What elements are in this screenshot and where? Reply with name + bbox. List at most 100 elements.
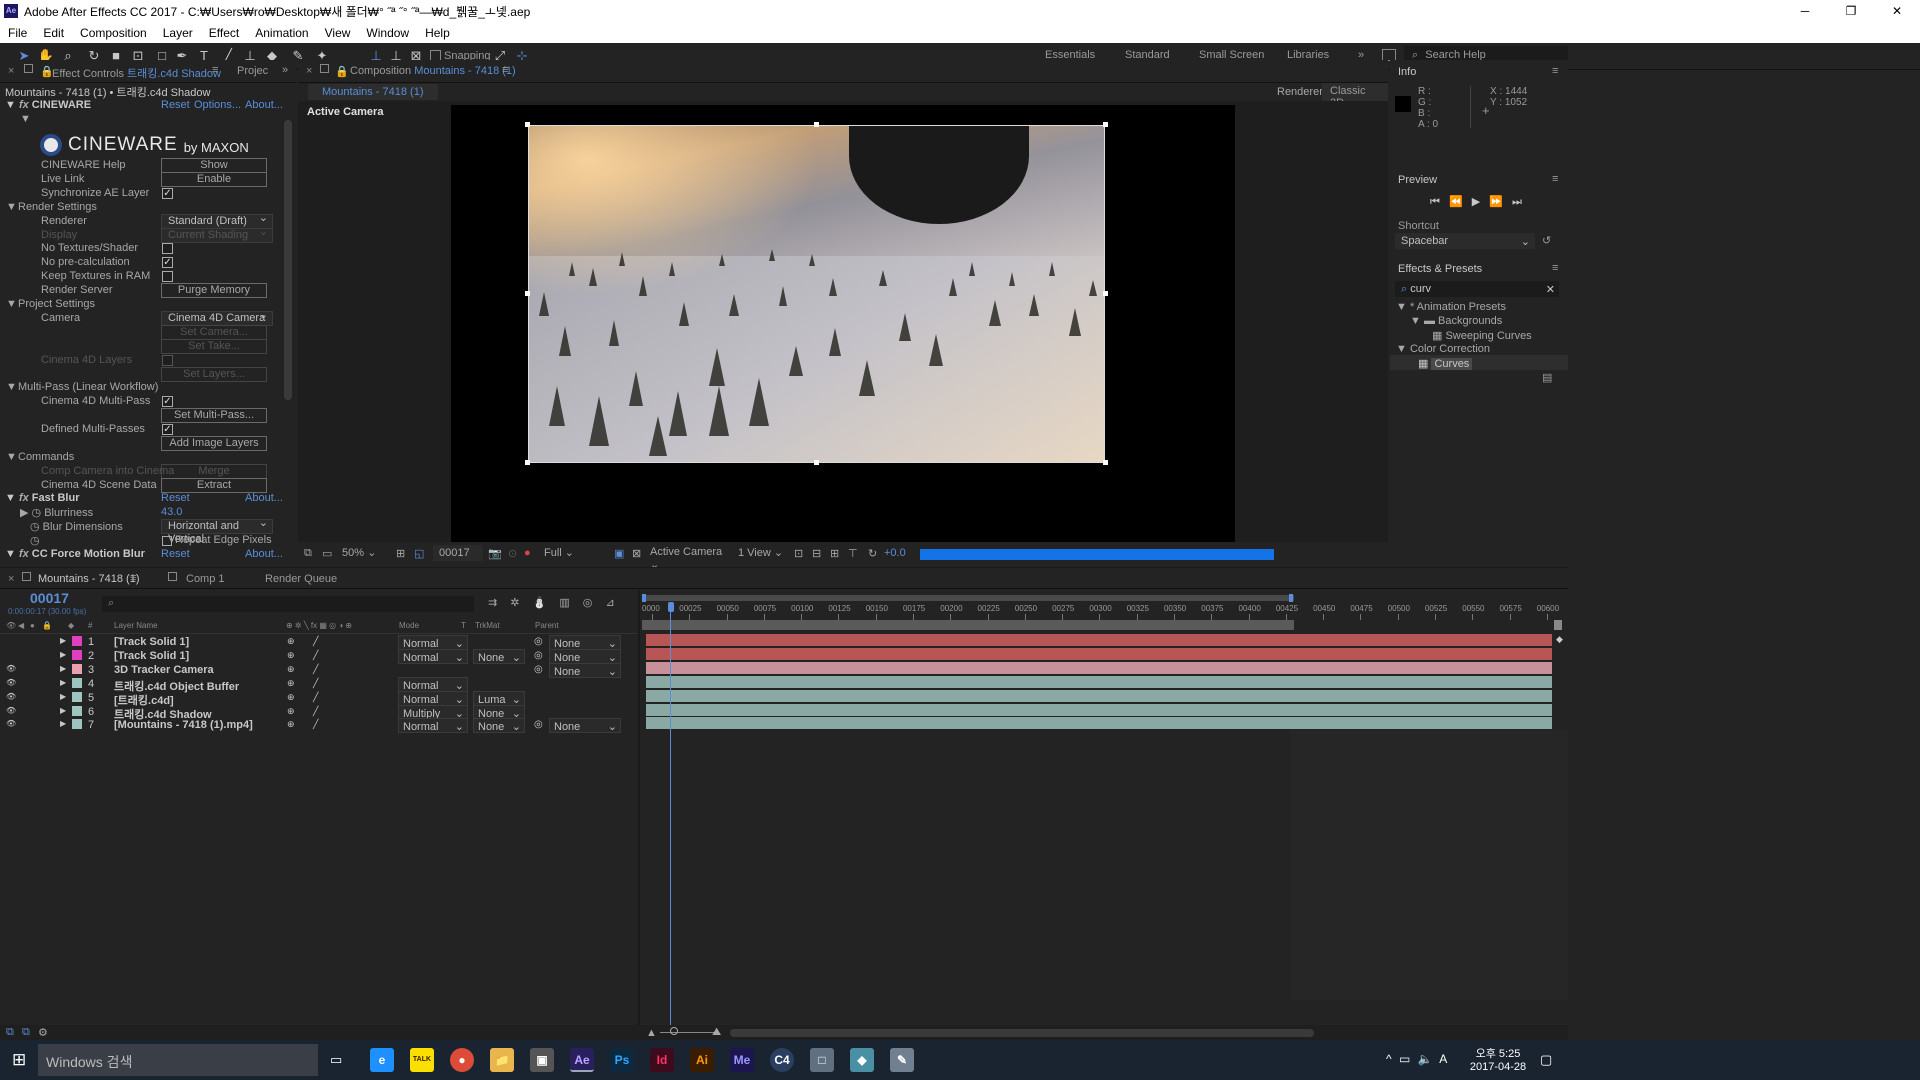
pickwhip-icon[interactable]: ◎ — [534, 719, 543, 730]
expand-triangle-icon[interactable]: ▼ — [1396, 301, 1407, 313]
time-ruler[interactable]: 0000 00025 00050 00075 00100 00125 00150 00175 0… — [642, 602, 1559, 622]
menu-layer[interactable]: Layer — [155, 26, 201, 40]
pickwhip-icon[interactable]: ◎ — [534, 664, 543, 675]
layer-duration-bar[interactable] — [646, 675, 1552, 689]
cineware-effect-header[interactable]: ▼ fx CINEWARE — [5, 99, 91, 111]
effect-controls-tab[interactable]: Effect Controls 트래킹.c4d Shadow — [52, 65, 221, 81]
expand-triangle-icon[interactable]: ▶ — [20, 507, 28, 519]
param-checkbox[interactable]: ✓ — [162, 424, 173, 436]
after-effects-taskbar-icon[interactable]: Ae — [570, 1048, 594, 1072]
visibility-icon[interactable]: 👁 — [6, 719, 16, 728]
play-icon[interactable]: ▶ — [1472, 196, 1480, 208]
shy-switch-icon[interactable]: ⊕ — [287, 719, 295, 730]
param-checkbox[interactable] — [162, 243, 173, 255]
layer-name[interactable]: [Mountains - 7418 (1).mp4] — [114, 719, 253, 731]
label-color-swatch[interactable] — [72, 691, 82, 702]
close-tab-icon[interactable]: × — [306, 65, 312, 77]
zoom-out-icon[interactable]: ▲ — [646, 1027, 657, 1039]
pickwhip-icon[interactable]: ◎ — [534, 650, 543, 661]
menu-file[interactable]: File — [0, 26, 35, 40]
shy-switch-icon[interactable]: ⊕ — [287, 692, 295, 703]
cc-blur-reset-link[interactable]: Reset — [161, 548, 190, 560]
composition-tab[interactable]: Composition Mountains - 7418 (1) — [350, 65, 516, 77]
expand-triangle-icon[interactable]: ▶ — [60, 706, 66, 715]
scroll-marker-icon[interactable]: ◆ — [1556, 634, 1563, 645]
work-area-start-handle[interactable] — [642, 594, 646, 602]
shy-switch-icon[interactable]: ⊕ — [287, 636, 295, 647]
store-icon[interactable]: ▣ — [530, 1048, 554, 1072]
reset-exposure-icon[interactable]: ↻ — [868, 547, 877, 560]
edge-handle[interactable] — [525, 291, 530, 296]
visibility-icon[interactable]: 👁 — [6, 692, 16, 701]
file-explorer-icon[interactable]: 📁 — [490, 1048, 514, 1072]
show-snapshot-icon[interactable]: ⊙ — [508, 547, 517, 560]
blend-mode-dropdown[interactable]: Normal ⌄ — [398, 718, 468, 734]
clock[interactable]: 오후 5:25 2017-04-28 — [1468, 1045, 1528, 1073]
repeat-edge-pixels-checkbox[interactable] — [162, 536, 172, 546]
always-preview-icon[interactable]: ⧉ — [304, 547, 312, 560]
shy-icon[interactable]: ⛄ — [533, 597, 547, 609]
restore-icon[interactable]: ❐ — [1828, 0, 1874, 22]
tree-backgrounds[interactable]: ▼ ▬ Backgrounds — [1410, 315, 1502, 327]
region-icon[interactable]: ◱ — [414, 547, 424, 560]
edge-icon[interactable]: e — [370, 1048, 394, 1072]
comp-navigator-tab[interactable]: Mountains - 7418 (1) — [308, 84, 438, 100]
frame-blending-icon[interactable]: ▥ — [559, 597, 569, 609]
fx-icon[interactable]: fx — [19, 99, 29, 111]
reset-shortcut-icon[interactable]: ↺ — [1542, 234, 1551, 247]
section-header[interactable]: ▼ Project Settings — [6, 298, 95, 310]
channel-icon[interactable]: ● — [524, 547, 531, 559]
effects-search-input[interactable]: ⌕ curv ✕ — [1395, 281, 1559, 297]
shy-switch-icon[interactable]: ⊕ — [287, 678, 295, 689]
edge-handle[interactable] — [1103, 291, 1108, 296]
layer-search-input[interactable]: ⌕ — [102, 596, 474, 612]
param-checkbox[interactable]: ✓ — [162, 257, 173, 269]
cineware-reset-link[interactable]: Reset — [161, 99, 190, 111]
task-view-icon[interactable]: ▭ — [330, 1052, 342, 1068]
tree-animation-presets[interactable]: ▼ * Animation Presets — [1396, 301, 1506, 313]
illustrator-icon[interactable]: Ai — [690, 1048, 714, 1072]
tree-sweeping-curves[interactable]: ▦ Sweeping Curves — [1432, 329, 1532, 342]
close-tab-icon[interactable]: × — [8, 573, 14, 585]
quality-switch-icon[interactable]: ╱ — [313, 664, 318, 675]
lock-icon[interactable]: 🔒 — [335, 65, 349, 78]
draft-3d-icon[interactable]: ✲ — [510, 597, 519, 609]
chevron-up-icon[interactable]: ^ — [1386, 1052, 1392, 1066]
kakaotalk-icon[interactable]: TALK — [410, 1048, 434, 1072]
fit-icon[interactable]: ⊞ — [396, 547, 405, 560]
fast-previews-icon[interactable]: ⊟ — [812, 547, 821, 560]
expand-triangle-icon[interactable]: ▶ — [60, 664, 66, 673]
layer-duration-bar[interactable] — [646, 689, 1552, 703]
layer-switches-toggle-icon[interactable]: ⧉ — [6, 1026, 14, 1039]
composition-canvas[interactable] — [451, 105, 1235, 542]
zoom-slider[interactable] — [660, 1032, 714, 1033]
visibility-icon[interactable]: 👁 — [6, 664, 16, 673]
expand-triangle-icon[interactable]: ▼ — [1410, 315, 1421, 327]
menu-animation[interactable]: Animation — [247, 26, 316, 40]
shortcut-dropdown[interactable]: Spacebar ⌄ — [1395, 233, 1535, 249]
expand-triangle-icon[interactable]: ▼ — [5, 548, 16, 560]
param-checkbox[interactable] — [162, 271, 173, 283]
edge-handle[interactable] — [814, 460, 819, 465]
corner-handle[interactable] — [525, 122, 530, 127]
flowchart-icon[interactable]: ⊤ — [848, 547, 858, 560]
layer-duration-bar[interactable] — [646, 634, 1552, 647]
timeline-icon[interactable]: ⊞ — [830, 547, 839, 560]
minimize-icon[interactable]: ─ — [1782, 0, 1828, 22]
menu-effect[interactable]: Effect — [201, 26, 247, 40]
app-icon[interactable]: ◆ — [850, 1048, 874, 1072]
visibility-icon[interactable]: 👁 — [6, 678, 16, 687]
label-color-swatch[interactable] — [72, 719, 82, 730]
windows-start-icon[interactable]: ⊞ — [12, 1050, 26, 1070]
zoom-slider-thumb[interactable] — [670, 1027, 678, 1035]
pixel-aspect-icon[interactable]: ⊡ — [794, 547, 803, 560]
close-tab-icon[interactable]: × — [8, 65, 14, 77]
pickwhip-icon[interactable]: ◎ — [534, 636, 543, 647]
cineware-about-link[interactable]: About... — [245, 99, 283, 111]
ime-indicator[interactable]: A — [1439, 1052, 1447, 1066]
network-icon[interactable]: ▭ — [1399, 1052, 1410, 1066]
expand-triangle-icon[interactable]: ▼ — [6, 381, 17, 393]
section-header[interactable]: ▼ Commands — [6, 451, 74, 463]
monitor-icon[interactable]: ▭ — [322, 547, 332, 560]
expand-triangle-icon[interactable]: ▼ — [6, 298, 17, 310]
